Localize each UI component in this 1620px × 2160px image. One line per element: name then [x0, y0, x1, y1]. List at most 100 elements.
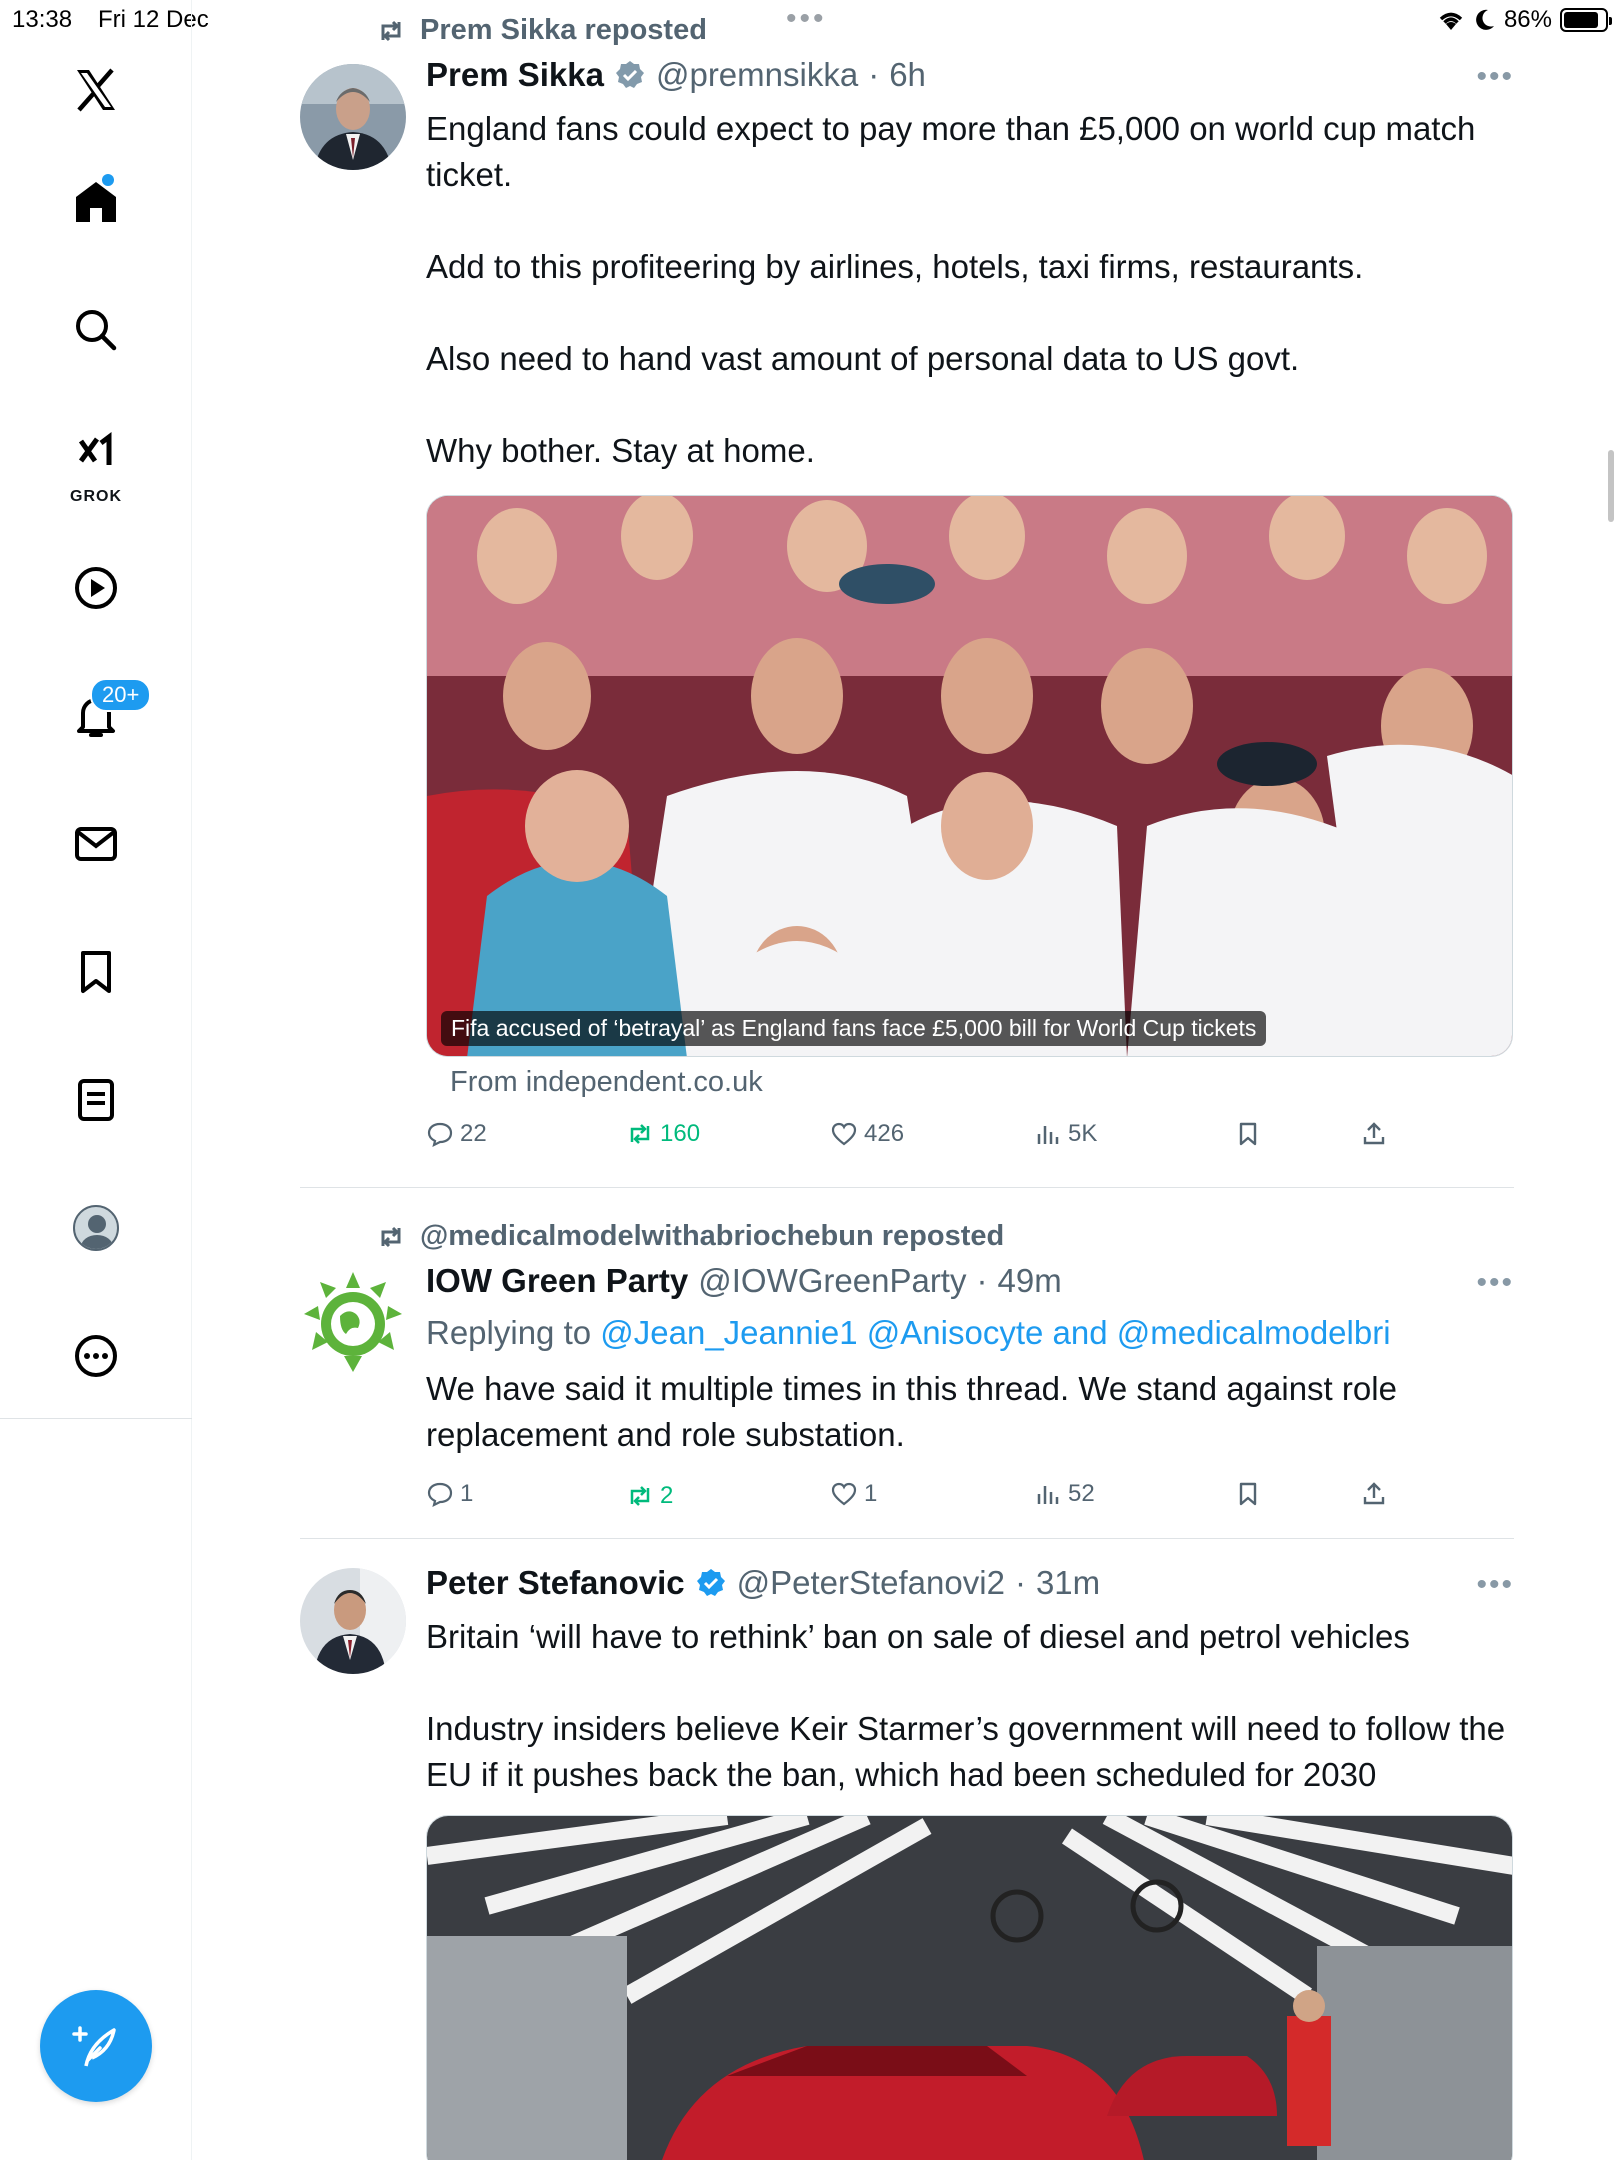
like-button[interactable]: 426 [830, 1120, 904, 1148]
post-paragraph: Britain ‘will have to rethink’ ban on sa… [426, 1618, 1410, 1655]
grok-label: GROK [70, 488, 122, 505]
repost-count: 160 [660, 1120, 701, 1147]
author-name[interactable]: Peter Stefanovic [426, 1564, 685, 1602]
reply-count: 1 [460, 1480, 474, 1507]
views-count: 52 [1068, 1480, 1095, 1507]
x-logo[interactable] [56, 50, 136, 130]
like-count: 1 [864, 1480, 878, 1507]
home-icon [76, 182, 116, 222]
notifications-badge: 20+ [90, 678, 152, 712]
reply-icon [427, 1122, 453, 1148]
share-icon [1363, 1482, 1385, 1505]
author-handle[interactable]: @PeterStefanovi2 [737, 1564, 1005, 1602]
battery-icon [1560, 8, 1612, 32]
post-paragraph: We have said it multiple times in this t… [426, 1370, 1397, 1453]
replying-to: Replying to @Jean_Jeannie1 @Anisocyte an… [426, 1314, 1391, 1352]
views-button[interactable]: 5K [1034, 1120, 1097, 1148]
author-avatar[interactable] [300, 1568, 406, 1674]
scrollbar[interactable] [1608, 450, 1614, 522]
post-header: IOW Green Party @IOWGreenParty · 49m [426, 1262, 1062, 1300]
post-image[interactable] [426, 1815, 1513, 2160]
post-divider [300, 1538, 1514, 1539]
post-more-button[interactable]: ••• [1476, 1568, 1514, 1602]
repost-icon [381, 1226, 401, 1247]
sidebar-item-more[interactable] [56, 1316, 136, 1396]
repost-icon [630, 1124, 650, 1144]
repost-indicator: @medicalmodelwithabriochebun reposted [376, 1220, 1004, 1253]
bookmark-button[interactable] [1234, 1480, 1262, 1508]
compose-post-button[interactable] [40, 1990, 152, 2102]
post-header: Peter Stefanovic @PeterStefanovi2 · 31m [426, 1564, 1100, 1602]
repost-label: @medicalmodelwithabriochebun reposted [420, 1220, 1005, 1252]
author-avatar[interactable] [300, 64, 406, 170]
post-time[interactable]: 31m [1036, 1564, 1100, 1602]
post[interactable]: Peter Stefanovic @PeterStefanovi2 · 31m … [300, 1540, 1514, 2160]
sidebar-item-video[interactable] [56, 548, 136, 628]
repost-indicator: Prem Sikka reposted [376, 14, 707, 47]
reply-icon [427, 1482, 453, 1508]
meta-separator: · [1014, 1564, 1026, 1601]
author-handle[interactable]: @premnsikka [656, 56, 858, 94]
repost-icon [630, 1486, 650, 1506]
post-header: Prem Sikka @premnsikka · 6h [426, 56, 926, 94]
list-icon [78, 1079, 114, 1121]
repost-button[interactable]: 160 [626, 1120, 700, 1148]
heart-icon [831, 1482, 857, 1506]
post-paragraph-gap [426, 382, 1506, 428]
profile-avatar-icon [73, 1205, 119, 1251]
post-time[interactable]: 49m [997, 1262, 1061, 1300]
author-name[interactable]: IOW Green Party [426, 1262, 688, 1300]
author-avatar[interactable] [300, 1268, 406, 1374]
sidebar-item-home[interactable] [56, 162, 136, 242]
post[interactable]: @medicalmodelwithabriochebun reposted IO… [300, 1190, 1514, 1540]
link-source[interactable]: From independent.co.uk [450, 1066, 763, 1099]
post-more-button[interactable]: ••• [1476, 60, 1514, 94]
sidebar-item-notifications[interactable]: 20+ [56, 676, 152, 756]
views-chart-icon [1037, 1486, 1059, 1504]
green-party-logo [300, 1268, 406, 1374]
post[interactable]: Prem Sikka reposted Prem Sikka @premnsik… [300, 0, 1514, 1190]
post-more-button[interactable]: ••• [1476, 1266, 1514, 1300]
sidebar-item-search[interactable] [56, 290, 136, 370]
replying-mentions[interactable]: @Jean_Jeannie1 @Anisocyte and @medicalmo… [600, 1314, 1390, 1351]
sidebar-item-profile[interactable] [56, 1188, 136, 1268]
verified-badge-icon [615, 61, 644, 88]
link-card-image[interactable]: Fifa accused of ‘betrayal’ as England fa… [426, 495, 1513, 1057]
bookmark-icon [1239, 1122, 1257, 1146]
views-count: 5K [1068, 1120, 1098, 1147]
repost-button[interactable]: 2 [626, 1482, 673, 1510]
sidebar-item-lists[interactable] [56, 1060, 136, 1140]
post-text: Britain ‘will have to rethink’ ban on sa… [426, 1614, 1506, 1798]
share-icon [1363, 1122, 1385, 1145]
more-circle-icon [75, 1335, 117, 1377]
compose-feather-icon [72, 2026, 116, 2067]
author-handle[interactable]: @IOWGreenParty [698, 1262, 966, 1300]
play-circle-icon [75, 567, 117, 609]
sidebar-divider [0, 1418, 192, 1419]
replying-prefix: Replying to [426, 1314, 601, 1351]
bookmark-button[interactable] [1234, 1120, 1262, 1148]
sidebar-item-messages[interactable] [56, 804, 136, 884]
post-divider [300, 1187, 1514, 1188]
bookmark-icon [81, 951, 111, 993]
verified-badge-icon [696, 1569, 725, 1596]
share-button[interactable] [1360, 1120, 1388, 1148]
post-time[interactable]: 6h [889, 56, 926, 94]
post-paragraph-gap [426, 198, 1506, 244]
link-card-caption: Fifa accused of ‘betrayal’ as England fa… [441, 1011, 1267, 1046]
sidebar-item-bookmarks[interactable] [56, 932, 136, 1012]
author-name[interactable]: Prem Sikka [426, 56, 604, 94]
post-paragraph: Also need to hand vast amount of persona… [426, 340, 1300, 377]
like-button[interactable]: 1 [830, 1480, 877, 1508]
reply-button[interactable]: 1 [426, 1480, 473, 1508]
sidebar-item-grok[interactable]: GROK [56, 420, 136, 510]
heart-icon [831, 1122, 857, 1146]
sidebar: GROK 20+ [0, 0, 192, 2160]
battery-fill [1564, 12, 1599, 28]
views-button[interactable]: 52 [1034, 1480, 1095, 1508]
mail-icon [75, 827, 117, 861]
post-actions: 1 2 1 52 [426, 1480, 1426, 1520]
like-count: 426 [864, 1120, 905, 1147]
share-button[interactable] [1360, 1480, 1388, 1508]
reply-button[interactable]: 22 [426, 1120, 487, 1148]
